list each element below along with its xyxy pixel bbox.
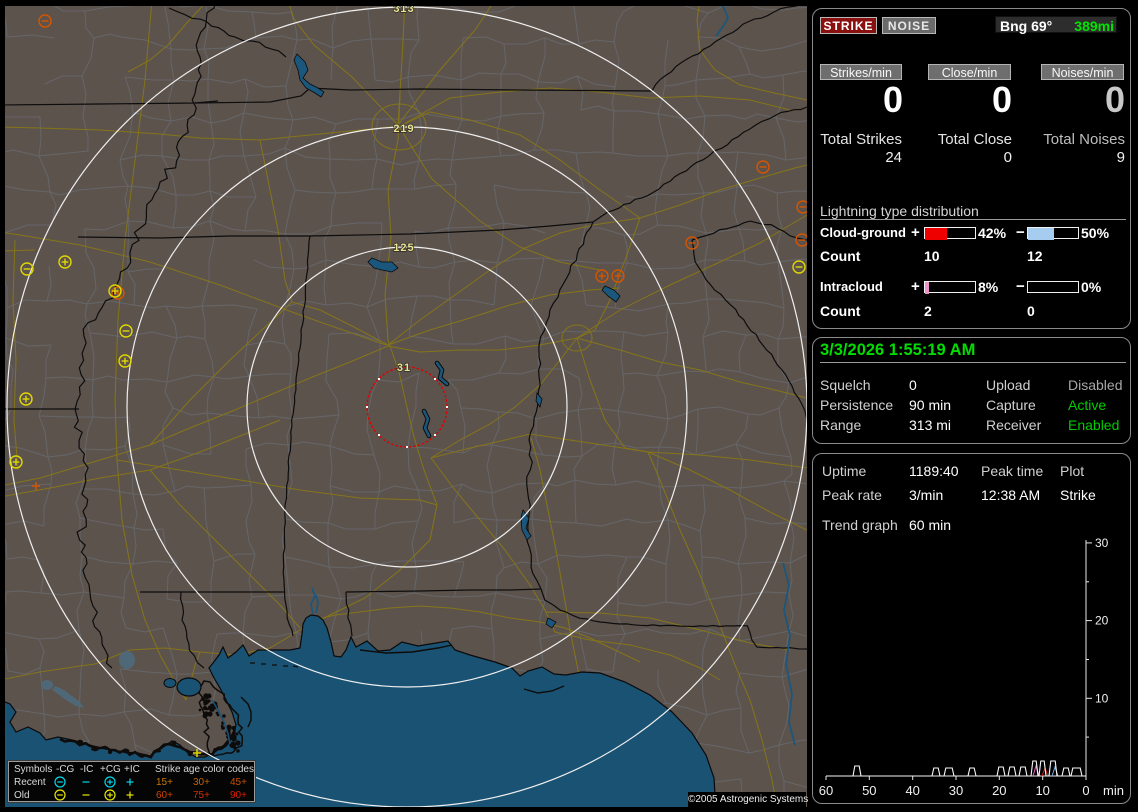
svg-text:60: 60 <box>819 783 833 798</box>
svg-text:40: 40 <box>905 783 919 798</box>
svg-text:30: 30 <box>1095 536 1109 550</box>
svg-text:30: 30 <box>949 783 963 798</box>
svg-text:10: 10 <box>1035 783 1049 798</box>
svg-text:20: 20 <box>992 783 1006 798</box>
svg-text:10: 10 <box>1095 691 1109 705</box>
svg-text:0: 0 <box>1082 783 1089 798</box>
svg-text:50: 50 <box>862 783 876 798</box>
svg-text:31: 31 <box>397 362 411 374</box>
svg-text:219: 219 <box>393 123 414 135</box>
svg-text:125: 125 <box>393 242 414 254</box>
svg-text:min: min <box>1103 783 1124 798</box>
svg-text:20: 20 <box>1095 614 1109 628</box>
